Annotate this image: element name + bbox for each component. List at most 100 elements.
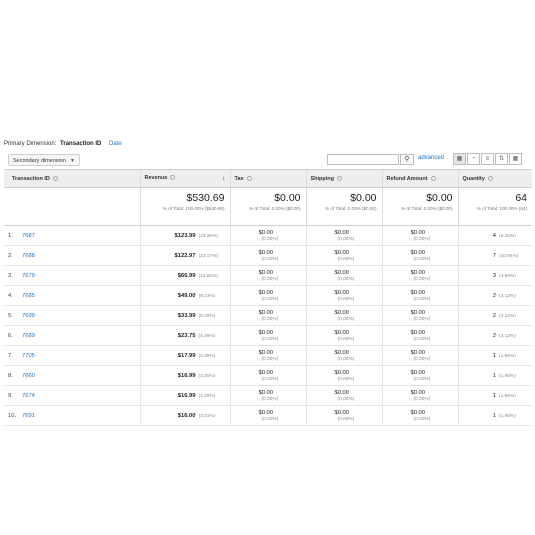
pie-view-icon[interactable]: ◔ <box>467 153 480 165</box>
tax-value: $0.00 <box>258 289 274 296</box>
quantity-percent: (1.56%) <box>499 353 516 359</box>
column-tax[interactable]: Tax <box>229 169 306 188</box>
total-quantity: 64% of Total: 100.00% (64) <box>457 187 532 226</box>
refund-cell: $0.00(0.00%) <box>381 245 458 266</box>
transaction-id-link[interactable]: 7660 <box>22 373 35 379</box>
quantity-value: 3 <box>492 272 496 279</box>
totals-row: $530.69% of Total: 100.00% ($530.69) $0.… <box>4 187 532 226</box>
secondary-dimension-dropdown[interactable]: Secondary dimension ▼ <box>8 154 80 166</box>
table-view-icon[interactable]: ▦ <box>453 153 466 165</box>
total-revenue: $530.69% of Total: 100.00% ($530.69) <box>139 187 230 226</box>
tax-percent: (0.00%) <box>261 416 279 422</box>
tax-value: $0.00 <box>258 269 274 276</box>
tax-cell: $0.00(0.00%) <box>229 345 306 366</box>
quantity-cell: 1 (1.56%) <box>457 345 532 366</box>
tax-percent: (0.00%) <box>261 396 279 402</box>
transaction-id-cell: 1. 7687 <box>4 225 140 246</box>
tax-percent: (0.00%) <box>261 276 279 282</box>
column-revenue[interactable]: Revenue ↓ <box>139 169 230 188</box>
sort-descending-icon[interactable]: ↓ <box>222 175 226 182</box>
transaction-id-cell: 3. 7679 <box>4 265 140 286</box>
help-icon[interactable] <box>246 175 252 181</box>
help-icon[interactable] <box>52 175 58 181</box>
help-icon[interactable] <box>430 175 436 181</box>
revenue-cell: $23.75 (4.48%) <box>139 325 230 346</box>
shipping-cell: $0.00(0.00%) <box>305 325 382 346</box>
refund-percent: (0.00%) <box>413 236 431 242</box>
shipping-cell: $0.00(0.00%) <box>305 285 382 306</box>
refund-cell: $0.00(0.00%) <box>381 225 458 246</box>
shipping-value: $0.00 <box>334 329 350 336</box>
pivot-view-icon[interactable]: ▦ <box>509 153 522 165</box>
refund-cell: $0.00(0.00%) <box>381 325 458 346</box>
transaction-id-cell: 5. 7699 <box>4 305 140 326</box>
transaction-id-link[interactable]: 7691 <box>22 413 35 419</box>
revenue-percent: (3.20%) <box>198 373 216 379</box>
advanced-filter-link[interactable]: advanced <box>418 155 444 161</box>
shipping-value: $0.00 <box>334 289 350 296</box>
transaction-id-cell: 9. 7674 <box>4 385 140 406</box>
table-row: 10. 7691 $16.00 (3.01%) $0.00(0.00%) $0.00(0.… <box>4 405 532 426</box>
revenue-percent: (4.48%) <box>198 333 216 339</box>
transaction-id-cell: 10. 7691 <box>4 405 140 426</box>
total-tax: $0.00% of Total: 0.00% ($0.00) <box>229 187 306 226</box>
refund-value: $0.00 <box>410 329 426 336</box>
transaction-id-link[interactable]: 7688 <box>22 253 35 259</box>
shipping-value: $0.00 <box>334 249 350 256</box>
quantity-percent: (3.12%) <box>499 333 516 339</box>
help-icon[interactable] <box>487 175 493 181</box>
transaction-id-cell: 8. 7660 <box>4 365 140 386</box>
dropdown-caret-icon: ▼ <box>70 158 75 164</box>
shipping-cell: $0.00(0.00%) <box>305 265 382 286</box>
search-icon[interactable]: ⚲ <box>400 154 414 165</box>
table-search-input[interactable] <box>327 154 399 165</box>
column-shipping[interactable]: Shipping <box>305 169 382 188</box>
transaction-id-link[interactable]: 7687 <box>22 233 35 239</box>
performance-view-icon[interactable]: ≡ <box>481 153 494 165</box>
transaction-id-link[interactable]: 7689 <box>22 333 35 339</box>
transaction-id-cell: 7. 7705 <box>4 345 140 366</box>
revenue-value: $23.75 <box>177 332 196 339</box>
column-refund-amount[interactable]: Refund Amount <box>381 169 458 188</box>
quantity-value: 1 <box>492 372 496 379</box>
row-index: 5. <box>8 312 13 319</box>
dimension-date-link[interactable]: Date <box>109 141 122 147</box>
table-row: 3. 7679 $66.99 (12.62%) $0.00(0.00%) $0.00(0.… <box>4 265 532 286</box>
quantity-percent: (6.25%) <box>499 233 516 239</box>
revenue-percent: (3.01%) <box>198 413 216 419</box>
quantity-percent: (1.56%) <box>499 373 516 379</box>
help-icon[interactable] <box>337 175 343 181</box>
transaction-id-link[interactable]: 7699 <box>22 313 35 319</box>
quantity-value: 2 <box>492 312 496 319</box>
revenue-cell: $49.00 (9.23%) <box>139 285 230 306</box>
shipping-cell: $0.00(0.00%) <box>305 245 382 266</box>
shipping-cell: $0.00(0.00%) <box>305 345 382 366</box>
revenue-value: $66.99 <box>177 272 196 279</box>
transaction-id-link[interactable]: 7674 <box>22 393 35 399</box>
tax-value: $0.00 <box>258 309 274 316</box>
transaction-id-link[interactable]: 7685 <box>22 293 35 299</box>
help-icon[interactable] <box>170 175 176 181</box>
table-header-row: Transaction ID Revenue ↓ Tax Shipping Ref… <box>4 169 532 188</box>
revenue-value: $33.99 <box>177 312 196 319</box>
tax-percent: (0.00%) <box>261 376 279 382</box>
transaction-id-link[interactable]: 7705 <box>22 353 35 359</box>
dimension-transaction-id[interactable]: Transaction ID <box>60 141 101 147</box>
table-row: 9. 7674 $16.99 (3.20%) $0.00(0.00%) $0.00(0.0… <box>4 385 532 406</box>
tax-value: $0.00 <box>258 369 274 376</box>
view-switcher: ▦ ◔ ≡ ⇅ ▦ <box>452 153 522 166</box>
column-transaction-id[interactable]: Transaction ID <box>4 169 140 188</box>
quantity-cell: 2 (3.12%) <box>457 305 532 326</box>
refund-cell: $0.00(0.00%) <box>381 365 458 386</box>
revenue-percent: (3.20%) <box>198 393 216 399</box>
row-index: 1. <box>8 232 13 239</box>
column-quantity[interactable]: Quantity <box>457 169 532 188</box>
transaction-id-link[interactable]: 7679 <box>22 273 35 279</box>
revenue-value: $122.97 <box>174 252 196 259</box>
transaction-id-cell: 6. 7689 <box>4 325 140 346</box>
quantity-value: 1 <box>492 392 496 399</box>
tax-percent: (0.00%) <box>261 256 279 262</box>
comparison-view-icon[interactable]: ⇅ <box>495 153 508 165</box>
revenue-cell: $33.99 (6.40%) <box>139 305 230 326</box>
refund-value: $0.00 <box>410 229 426 236</box>
